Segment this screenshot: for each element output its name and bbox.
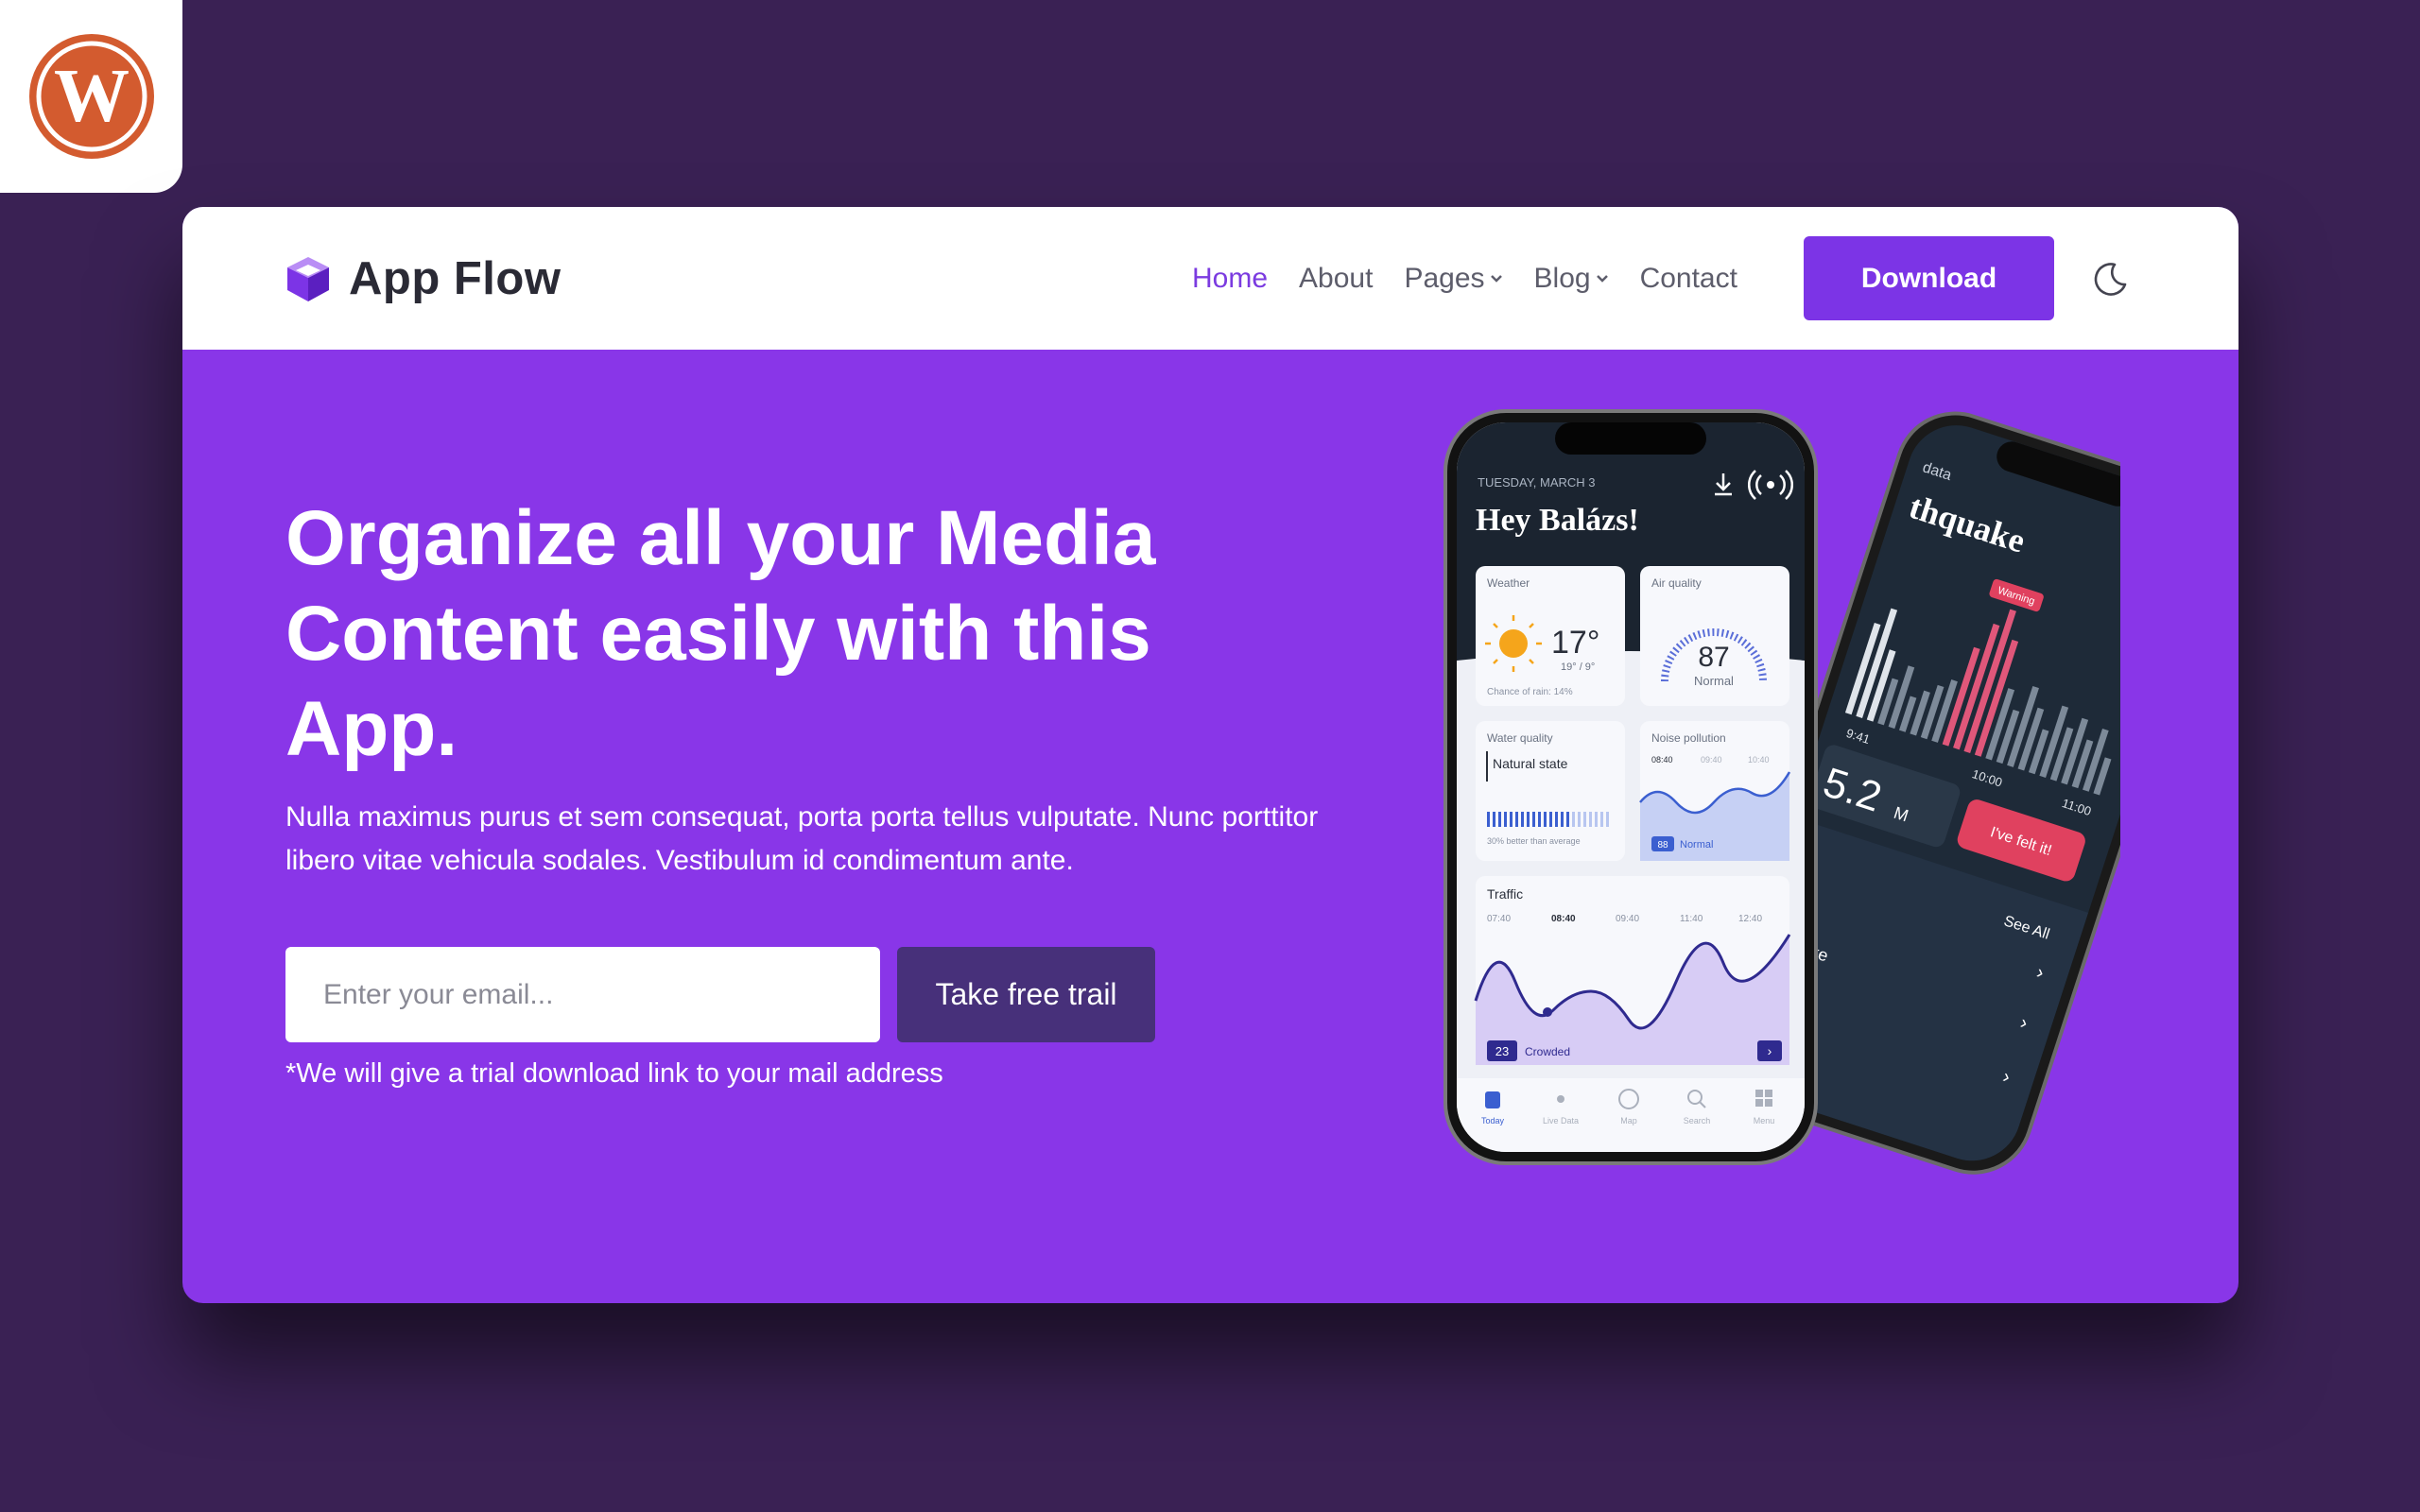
main-nav: Home About Pages Blog Contact <box>1192 252 1769 305</box>
nav-home-label: Home <box>1192 263 1269 294</box>
hero-title: Organize all your Media Content easily w… <box>285 495 1156 772</box>
air-label: Air quality <box>1651 576 1702 590</box>
nav-blog-label: Blog <box>1533 263 1591 294</box>
traffic-time-1: 07:40 <box>1487 914 1511 924</box>
nav-contact-label: Contact <box>1639 263 1737 294</box>
water-note: 30% better than average <box>1487 836 1581 846</box>
noise-time-3: 10:40 <box>1748 755 1770 765</box>
download-button[interactable]: Download <box>1804 236 2054 320</box>
chevron-right-icon: › <box>1768 1043 1772 1058</box>
traffic-time-4: 11:40 <box>1680 914 1703 924</box>
front-phone: TUESDAY, MARCH 3 Hey Balázs! Weather 17°… <box>1443 409 1818 1165</box>
noise-status: Normal <box>1680 839 1713 850</box>
noise-label: Noise pollution <box>1651 731 1726 745</box>
water-label: Water quality <box>1487 731 1553 745</box>
chevron-down-icon <box>1490 275 1502 283</box>
noise-time-2: 09:40 <box>1701 755 1722 765</box>
tab-live-label: Live Data <box>1543 1116 1579 1125</box>
tab-today-label: Today <box>1481 1116 1505 1125</box>
wordpress-logo-icon: W <box>28 34 154 159</box>
traffic-time-3: 09:40 <box>1616 914 1639 924</box>
phones-mockup: data thquake Warning 9:41 10:00 11:00 5.… <box>1443 409 2120 1175</box>
noise-time-1: 08:40 <box>1651 755 1673 765</box>
tab-menu-label: Menu <box>1754 1116 1775 1125</box>
front-date: TUESDAY, MARCH 3 <box>1478 475 1596 490</box>
air-value: 87 <box>1698 642 1729 673</box>
traffic-status: Crowded <box>1525 1045 1570 1058</box>
nav-blog[interactable]: Blog <box>1534 263 1609 295</box>
nav-about[interactable]: About <box>1299 263 1373 295</box>
nav-about-label: About <box>1299 263 1374 294</box>
free-trial-button[interactable]: Take free trail <box>897 947 1155 1042</box>
nav-contact[interactable]: Contact <box>1640 263 1737 295</box>
weather-range: 19° / 9° <box>1561 662 1595 673</box>
water-state: Natural state <box>1493 756 1568 771</box>
weather-label: Weather <box>1487 576 1530 590</box>
traffic-value: 23 <box>1495 1044 1509 1058</box>
weather-rain: Chance of rain: 14% <box>1487 687 1573 697</box>
website-frame: App Flow Home About Pages Blog Contact D… <box>182 207 2238 1303</box>
air-status: Normal <box>1694 674 1734 688</box>
wordpress-badge: W <box>0 0 182 193</box>
logo-text: App Flow <box>349 253 562 304</box>
site-logo[interactable]: App Flow <box>285 252 561 305</box>
navbar: App Flow Home About Pages Blog Contact D… <box>182 207 2238 350</box>
weather-temp: 17° <box>1551 625 1599 661</box>
nav-pages[interactable]: Pages <box>1404 263 1502 295</box>
traffic-time-5: 12:40 <box>1738 914 1762 924</box>
nav-pages-label: Pages <box>1404 263 1485 294</box>
email-input[interactable] <box>285 947 880 1042</box>
traffic-time-2: 08:40 <box>1551 914 1576 924</box>
moon-icon[interactable] <box>2092 260 2130 298</box>
tab-map-label: Map <box>1620 1116 1637 1125</box>
front-greeting: Hey Balázs! <box>1476 503 1639 538</box>
hero-subtitle: Nulla maximus purus et sem consequat, po… <box>285 801 1319 876</box>
trial-note: *We will give a trial download link to y… <box>285 1058 943 1089</box>
nav-home[interactable]: Home <box>1192 263 1268 295</box>
tab-search-label: Search <box>1684 1116 1711 1125</box>
chevron-down-icon <box>1596 275 1608 283</box>
svg-text:W: W <box>54 55 130 138</box>
traffic-label: Traffic <box>1487 886 1523 902</box>
cube-icon <box>287 257 329 301</box>
noise-value: 88 <box>1657 840 1668 850</box>
